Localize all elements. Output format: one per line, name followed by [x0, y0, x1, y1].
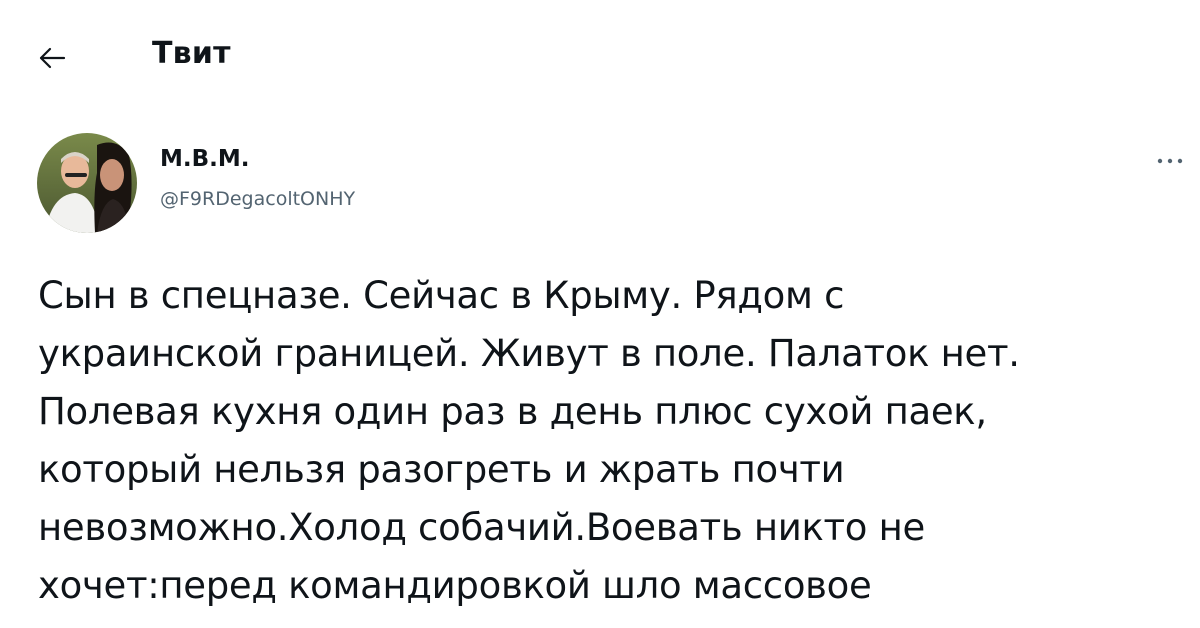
back-button[interactable]	[30, 36, 74, 80]
author-handle[interactable]: @F9RDegacoltONHY	[160, 188, 355, 210]
tweet-text: Сын в спецназе. Сейчас в Крыму. Рядом с …	[38, 274, 1020, 607]
author-name[interactable]: М.В.М.	[160, 146, 250, 172]
ellipsis-icon	[1157, 158, 1183, 164]
page-title: Твит	[152, 36, 231, 71]
avatar[interactable]	[37, 133, 137, 233]
arrow-left-icon	[39, 47, 66, 69]
more-options-button[interactable]	[1150, 146, 1190, 176]
header: Твит	[0, 0, 1200, 110]
profile-photo	[37, 133, 137, 233]
